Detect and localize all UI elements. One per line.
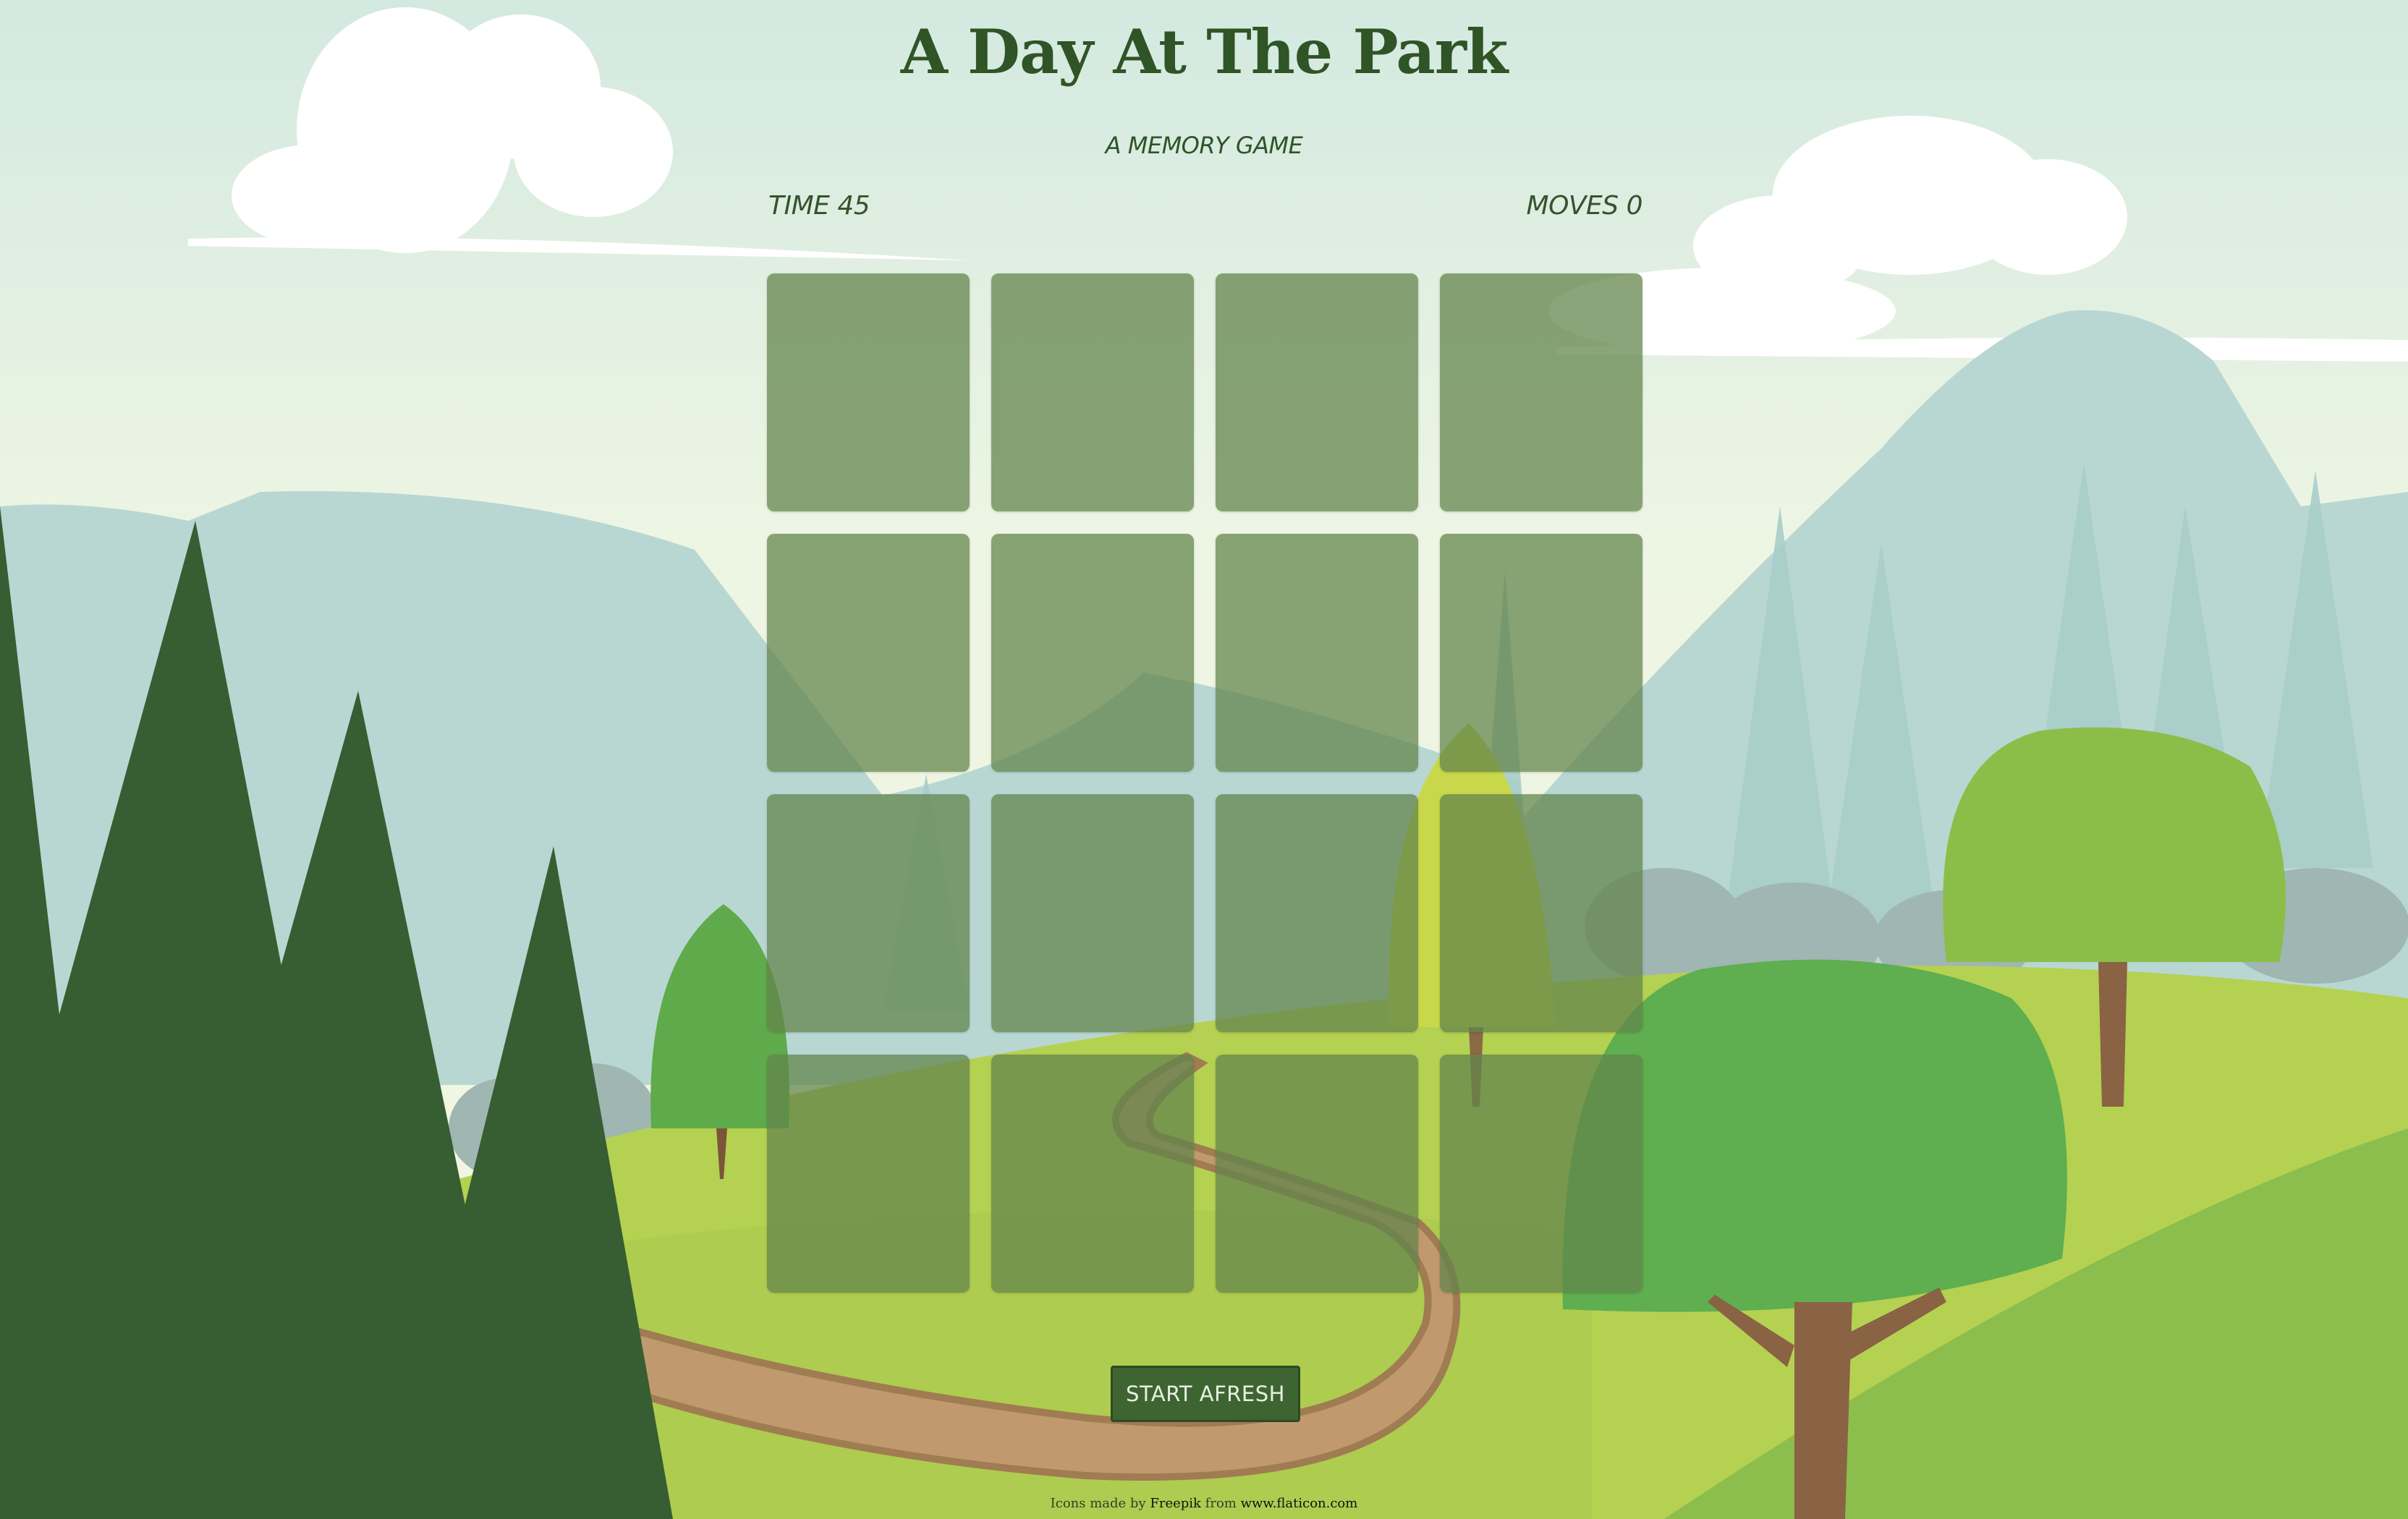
memory-card[interactable] — [767, 534, 970, 772]
memory-card[interactable] — [991, 534, 1194, 772]
memory-card[interactable] — [991, 1055, 1194, 1293]
credit-middle: from — [1205, 1496, 1237, 1511]
page-subtitle: A MEMORY GAME — [1105, 132, 1303, 159]
credit-author-link[interactable]: Freepik — [1150, 1496, 1201, 1511]
memory-card[interactable] — [1216, 534, 1418, 772]
memory-card[interactable] — [767, 273, 970, 511]
credit-prefix: Icons made by — [1050, 1496, 1146, 1511]
memory-card[interactable] — [1216, 1055, 1418, 1293]
credit-site-link[interactable]: www.flaticon.com — [1241, 1496, 1358, 1511]
memory-card[interactable] — [1216, 794, 1418, 1032]
memory-card[interactable] — [1440, 794, 1642, 1032]
start-afresh-button[interactable]: START AFRESH — [1111, 1366, 1300, 1422]
moves-counter: MOVES 0 — [1526, 191, 1643, 221]
memory-card[interactable] — [991, 273, 1194, 511]
memory-card[interactable] — [767, 1055, 970, 1293]
memory-card[interactable] — [767, 794, 970, 1032]
memory-card[interactable] — [991, 794, 1194, 1032]
page-title: A Day At The Park — [900, 16, 1509, 88]
memory-card[interactable] — [1216, 273, 1418, 511]
icon-credit: Icons made by Freepik from www.flaticon.… — [0, 1496, 2408, 1511]
memory-card[interactable] — [1440, 534, 1642, 772]
card-grid — [767, 273, 1644, 1293]
memory-card[interactable] — [1440, 1055, 1642, 1293]
memory-card[interactable] — [1440, 273, 1642, 511]
timer-display: TIME 45 — [768, 191, 870, 221]
